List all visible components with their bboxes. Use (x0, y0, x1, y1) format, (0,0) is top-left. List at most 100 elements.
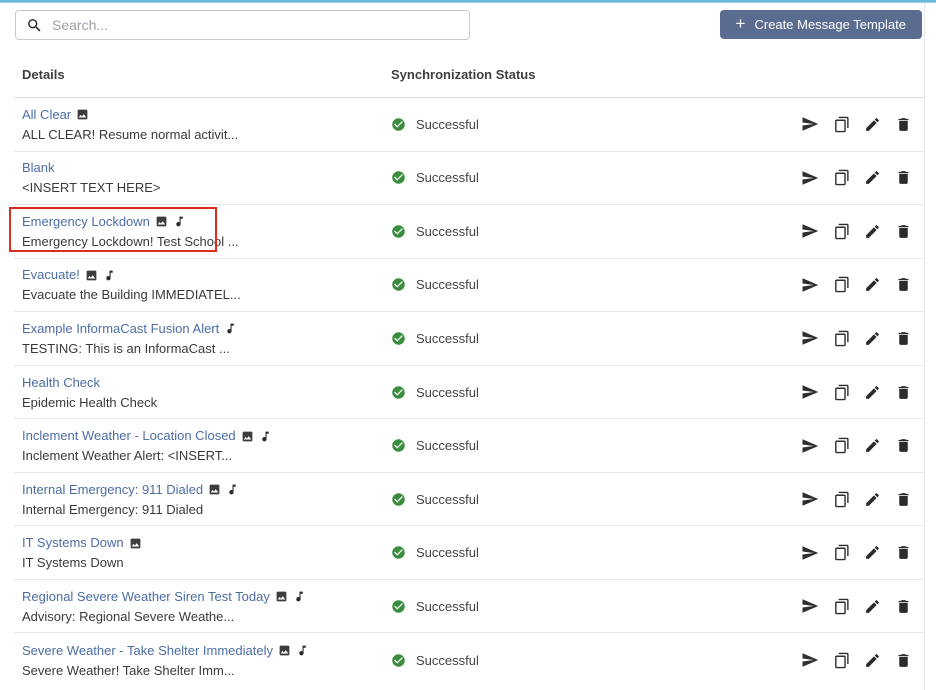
edit-icon (866, 599, 879, 613)
table-row: Blank <INSERT TEXT HERE> Successful (14, 152, 924, 206)
send-button[interactable] (801, 651, 819, 669)
copy-button[interactable] (833, 437, 850, 454)
template-details: Blank <INSERT TEXT HERE> (14, 160, 385, 195)
delete-button[interactable] (895, 652, 912, 669)
delete-icon (898, 117, 909, 131)
copy-button[interactable] (833, 169, 850, 186)
copy-button[interactable] (833, 330, 850, 347)
audio-attachment-icon (103, 269, 116, 282)
edit-button[interactable] (864, 276, 881, 293)
send-button[interactable] (801, 115, 819, 133)
table-row: Evacuate! Evacuate the Building IMMEDIAT… (14, 259, 924, 313)
delete-button[interactable] (895, 437, 912, 454)
template-title-link[interactable]: Evacuate! (22, 267, 80, 283)
template-preview-text: Inclement Weather Alert: <INSERT... (22, 448, 233, 464)
search-input[interactable] (52, 17, 459, 33)
edit-icon (866, 332, 879, 345)
send-button[interactable] (801, 169, 819, 187)
delete-button[interactable] (895, 223, 912, 240)
template-title-link[interactable]: IT Systems Down (22, 535, 124, 551)
send-button[interactable] (801, 329, 819, 347)
copy-button[interactable] (833, 544, 850, 561)
copy-button[interactable] (833, 491, 850, 508)
sync-status-text: Successful (416, 170, 479, 186)
copy-button[interactable] (833, 598, 850, 615)
image-attachment-icon (76, 108, 89, 121)
template-title-link[interactable]: Example InformaCast Fusion Alert (22, 321, 219, 337)
delete-button[interactable] (895, 169, 912, 186)
template-title-link[interactable]: Emergency Lockdown (22, 214, 150, 230)
template-title-link[interactable]: Severe Weather - Take Shelter Immediatel… (22, 643, 273, 659)
template-title-link[interactable]: Internal Emergency: 911 Dialed (22, 482, 203, 498)
copy-button[interactable] (833, 384, 850, 401)
template-details: Inclement Weather - Location Closed Incl… (14, 428, 385, 463)
send-button[interactable] (801, 276, 819, 294)
edit-icon (866, 171, 879, 185)
edit-button[interactable] (864, 598, 881, 615)
delete-button[interactable] (895, 544, 912, 561)
success-check-icon (391, 224, 406, 239)
image-attachment-icon (85, 269, 98, 282)
template-title-link[interactable]: Regional Severe Weather Siren Test Today (22, 589, 270, 605)
copy-button[interactable] (833, 652, 850, 669)
sync-status-column-header: Synchronization Status (391, 67, 536, 82)
delete-button[interactable] (895, 276, 912, 293)
edit-icon (866, 492, 879, 506)
create-message-template-button[interactable]: + Create Message Template (719, 10, 922, 39)
delete-button[interactable] (895, 330, 912, 347)
template-title-link[interactable]: Health Check (22, 375, 100, 391)
send-icon (802, 653, 819, 667)
send-button[interactable] (801, 222, 819, 240)
copy-icon (835, 437, 849, 454)
copy-icon (835, 544, 849, 561)
edit-button[interactable] (864, 384, 881, 401)
table-row: Internal Emergency: 911 Dialed Internal … (14, 473, 924, 527)
success-check-icon (391, 170, 406, 185)
template-preview-text: Emergency Lockdown! Test School ... (22, 233, 239, 249)
sync-status: Successful (385, 277, 784, 292)
edit-icon (866, 385, 879, 399)
delete-button[interactable] (895, 598, 912, 615)
edit-button[interactable] (864, 491, 881, 508)
edit-button[interactable] (864, 652, 881, 669)
send-button[interactable] (801, 597, 819, 615)
sync-status: Successful (385, 385, 784, 400)
send-icon (802, 171, 819, 185)
send-button[interactable] (801, 490, 819, 508)
template-details: Regional Severe Weather Siren Test Today… (14, 589, 385, 624)
copy-icon (835, 116, 849, 133)
delete-icon (898, 278, 909, 292)
sync-status-text: Successful (416, 438, 479, 454)
edit-icon (866, 546, 879, 560)
success-check-icon (391, 331, 406, 346)
edit-button[interactable] (864, 169, 881, 186)
template-preview-text: TESTING: This is an InformaCast ... (22, 340, 230, 356)
edit-button[interactable] (864, 544, 881, 561)
send-button[interactable] (801, 383, 819, 401)
edit-button[interactable] (864, 330, 881, 347)
template-title-link[interactable]: Inclement Weather - Location Closed (22, 428, 236, 444)
send-button[interactable] (801, 544, 819, 562)
edit-button[interactable] (864, 116, 881, 133)
copy-button[interactable] (833, 223, 850, 240)
sync-status-text: Successful (416, 545, 479, 561)
template-details: Severe Weather - Take Shelter Immediatel… (14, 643, 385, 678)
delete-icon (898, 599, 909, 613)
delete-button[interactable] (895, 116, 912, 133)
audio-attachment-icon (296, 644, 309, 657)
template-details: Evacuate! Evacuate the Building IMMEDIAT… (14, 267, 385, 302)
table-row: All Clear ALL CLEAR! Resume normal activ… (14, 98, 924, 152)
copy-button[interactable] (833, 276, 850, 293)
table-row: IT Systems Down IT Systems Down Successf… (14, 526, 924, 580)
template-title-link[interactable]: All Clear (22, 107, 71, 123)
table-row: Emergency Lockdown Emergency Lockdown! T… (9, 205, 924, 259)
edit-button[interactable] (864, 437, 881, 454)
delete-button[interactable] (895, 491, 912, 508)
delete-button[interactable] (895, 384, 912, 401)
search-box[interactable] (15, 10, 470, 40)
send-button[interactable] (801, 437, 819, 455)
copy-button[interactable] (833, 116, 850, 133)
template-title-link[interactable]: Blank (22, 160, 55, 176)
edit-button[interactable] (864, 223, 881, 240)
row-actions (784, 490, 924, 508)
